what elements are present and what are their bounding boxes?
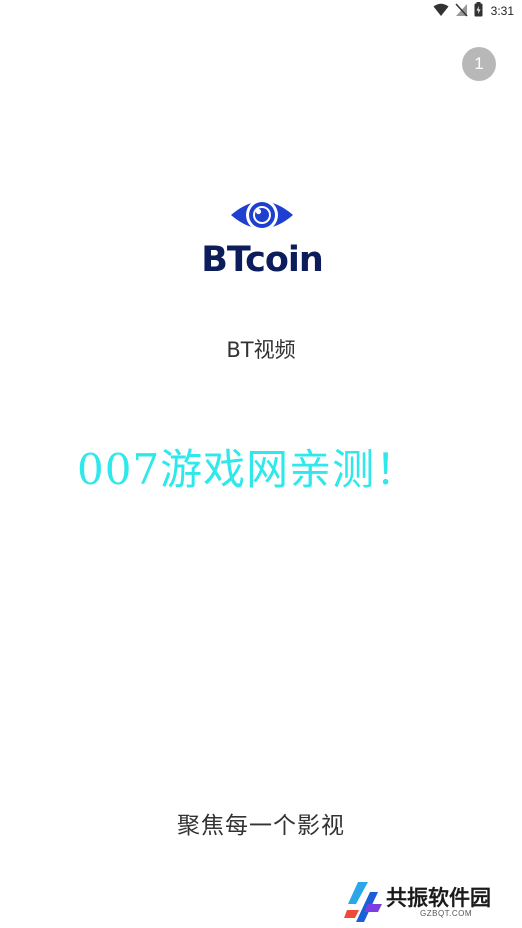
battery-charging-icon xyxy=(474,1,483,21)
eye-logo-icon xyxy=(229,194,295,236)
wifi-icon xyxy=(433,2,449,21)
splash-screen: 3:31 1 BTcoin BT视频 007游戏网亲测！ 聚焦每一个影视 共振软… xyxy=(0,0,522,928)
site-name: 共振软件园 xyxy=(386,886,491,910)
site-logo-icon xyxy=(344,880,384,924)
status-time: 3:31 xyxy=(490,4,514,18)
site-watermark-badge: 共振软件园 GZBQT.COM xyxy=(344,880,504,924)
watermark-text: 007游戏网亲测！ xyxy=(77,445,419,494)
logo-text: BTcoin xyxy=(201,240,324,280)
status-bar: 3:31 xyxy=(0,0,522,22)
status-icons: 3:31 xyxy=(433,1,514,21)
no-signal-icon xyxy=(455,2,468,21)
app-name: BT视频 xyxy=(226,338,296,362)
site-url: GZBQT.COM xyxy=(420,909,473,918)
slogan: 聚焦每一个影视 xyxy=(177,813,345,839)
skip-countdown-button[interactable]: 1 xyxy=(462,47,496,81)
